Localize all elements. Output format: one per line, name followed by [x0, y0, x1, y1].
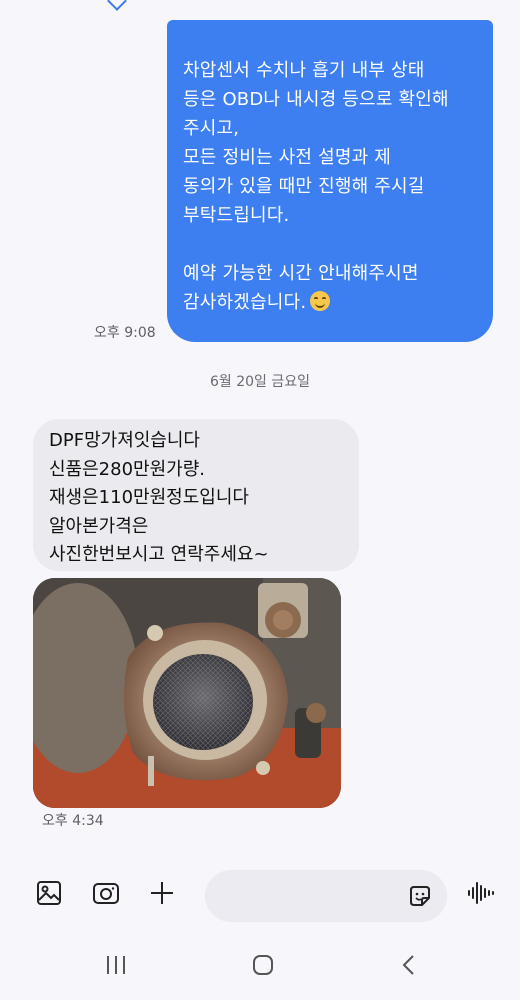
sticker-icon [410, 886, 430, 906]
message-line: 차압센서 수치나 흡기 내부 상태 [183, 60, 425, 81]
camera-button[interactable] [91, 878, 121, 908]
message-line: 모든 정비는 사전 설명과 제 [183, 147, 392, 168]
smiling-face-emoji-icon [310, 291, 331, 311]
add-attachment-button[interactable] [147, 878, 177, 908]
message-line: 부탁드립니다. [183, 205, 290, 226]
date-divider: 6월 20일 금요일 [209, 374, 311, 390]
incoming-message-bubble[interactable]: DPF망가져잇습니다 신품은280만원가량. 재생은110만원정도입니다 알아본… [33, 419, 359, 571]
message-line-last: 감사하겠습니다. [183, 288, 483, 317]
back-icon [402, 955, 414, 975]
message-line: DPF망가져잇습니다 [49, 430, 200, 451]
message-line: 동의가 있을 때만 진행해 주시길 [183, 176, 425, 197]
message-line: 알아본가격은 [49, 515, 149, 537]
home-button[interactable] [251, 950, 275, 984]
message-line: 주시고, [183, 118, 240, 139]
voice-button[interactable] [465, 878, 495, 908]
outgoing-message-bubble[interactable]: 차압센서 수치나 흡기 내부 상태 등은 OBD나 내시경 등으로 확인해 주시… [167, 20, 493, 342]
back-button[interactable] [400, 950, 418, 984]
scroll-indicator-icon [107, 0, 127, 11]
message-line: 신품은280만원가량. [49, 458, 205, 480]
home-icon [253, 955, 273, 975]
gallery-button[interactable] [34, 878, 64, 908]
message-line: 사진한번보시고 연락주세요~ [49, 544, 269, 565]
outgoing-timestamp: 오후 9:08 [94, 325, 156, 341]
message-line: 등은 OBD나 내시경 등으로 확인해 [183, 89, 449, 110]
recent-apps-button[interactable] [105, 950, 127, 984]
message-line: 예약 가능한 시간 안내해주시면 [183, 263, 419, 284]
recent-apps-icon [107, 956, 125, 974]
image-icon [37, 881, 61, 905]
dpf-filter-photo-icon [33, 578, 341, 808]
camera-icon [93, 883, 119, 904]
message-line [183, 230, 483, 259]
sticker-button[interactable] [408, 884, 432, 912]
incoming-timestamp: 오후 4:34 [42, 813, 104, 829]
plus-icon [151, 882, 173, 904]
voice-icon [468, 882, 494, 904]
incoming-photo[interactable] [33, 578, 341, 808]
message-line-text: 감사하겠습니다. [183, 292, 307, 313]
message-line: 재생은110만원정도입니다 [49, 487, 249, 508]
